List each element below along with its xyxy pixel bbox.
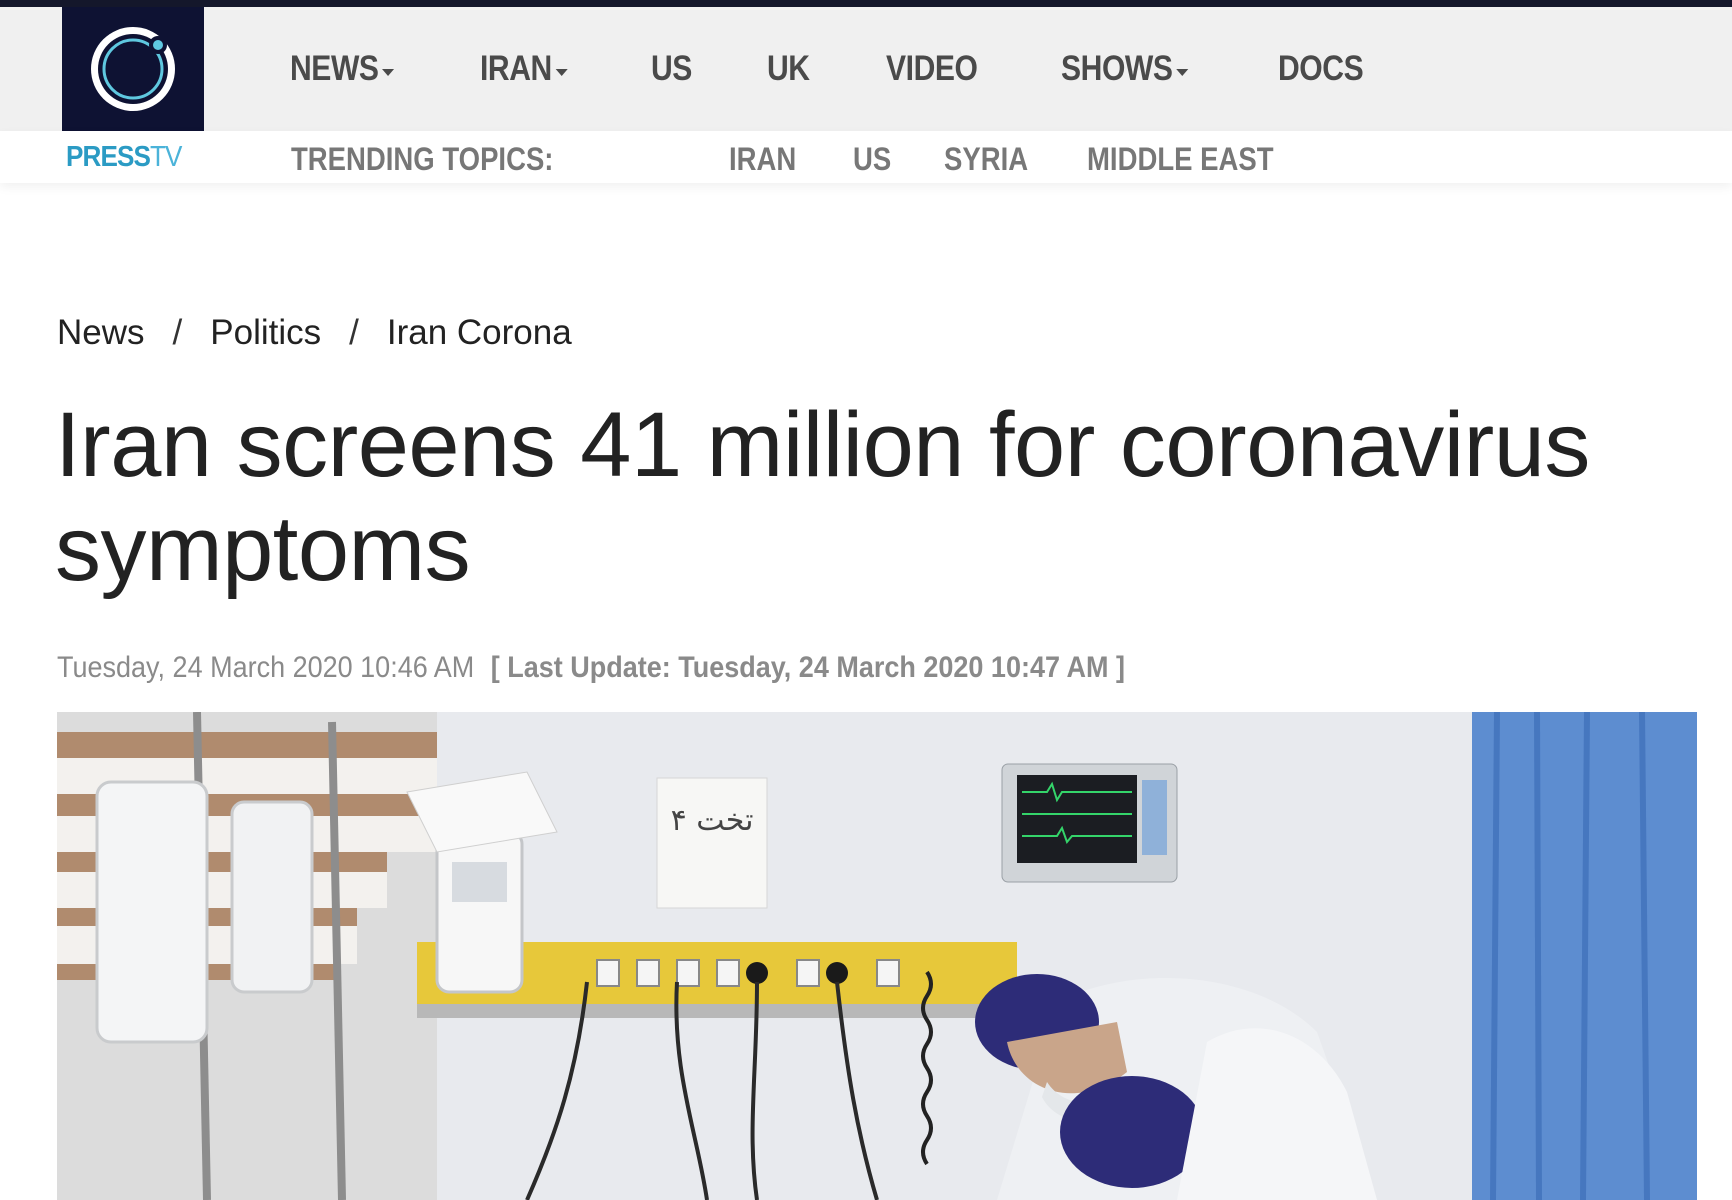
brand-press: PRESS bbox=[66, 141, 151, 173]
breadcrumb-iran-corona[interactable]: Iran Corona bbox=[387, 313, 572, 353]
presstv-logo[interactable] bbox=[62, 7, 204, 131]
trending-item-syria[interactable]: SYRIA bbox=[944, 141, 1028, 178]
article-title: Iran screens 41 million for coronavirus … bbox=[55, 394, 1590, 600]
published-date: Tuesday, 24 March 2020 10:46 AM bbox=[57, 651, 475, 684]
presstv-wordmark[interactable]: PRESSTV bbox=[66, 141, 182, 174]
nav-item-label: US bbox=[650, 49, 692, 88]
nav-item-video[interactable]: VIDEO bbox=[886, 49, 978, 89]
article-hero-image[interactable]: تخت ۴ bbox=[57, 712, 1697, 1200]
nav-item-docs[interactable]: DOCS bbox=[1277, 49, 1364, 89]
last-update: [ Last Update: Tuesday, 24 March 2020 10… bbox=[490, 651, 1125, 684]
trending-item-iran[interactable]: IRAN bbox=[729, 141, 796, 178]
caret-down-icon bbox=[555, 68, 568, 76]
top-accent-line bbox=[0, 0, 1732, 7]
nav-item-us[interactable]: US bbox=[651, 49, 692, 89]
trending-label: TRENDING TOPICS: bbox=[291, 141, 554, 177]
nav-item-uk[interactable]: UK bbox=[767, 49, 810, 89]
breadcrumb-news[interactable]: News bbox=[57, 313, 145, 353]
nav-item-news[interactable]: NEWS bbox=[290, 49, 395, 89]
hospital-icu-photo: تخت ۴ bbox=[57, 712, 1697, 1200]
trending-item-middle-east[interactable]: MIDDLE EAST bbox=[1087, 141, 1274, 178]
trending-bar: PRESSTV TRENDING TOPICS: IRAN US SYRIA M… bbox=[0, 131, 1732, 183]
nav-item-label: NEWS bbox=[290, 49, 379, 88]
nav-item-label: DOCS bbox=[1277, 49, 1364, 88]
breadcrumb-separator: / bbox=[349, 313, 359, 352]
nav-item-label: SHOWS bbox=[1061, 49, 1173, 88]
breadcrumb: News / Politics / Iran Corona bbox=[57, 313, 572, 353]
nav-item-iran[interactable]: IRAN bbox=[480, 49, 568, 89]
presstv-eye-icon bbox=[91, 27, 175, 111]
breadcrumb-separator: / bbox=[172, 313, 183, 352]
nav-item-shows[interactable]: SHOWS bbox=[1061, 49, 1189, 89]
caret-down-icon bbox=[382, 68, 395, 76]
trending-item-us[interactable]: US bbox=[853, 141, 891, 178]
nav-item-label: IRAN bbox=[480, 49, 552, 88]
brand-tv: TV bbox=[149, 141, 182, 173]
caret-down-icon bbox=[1176, 68, 1189, 76]
nav-menu: NEWS IRAN US UK VIDEO SHOWS DOCS bbox=[290, 7, 1446, 131]
nav-item-label: VIDEO bbox=[885, 49, 978, 88]
trending-topics: IRAN US SYRIA MIDDLE EAST bbox=[729, 141, 1350, 178]
bed-sign-text: تخت ۴ bbox=[671, 803, 754, 838]
nav-item-label: UK bbox=[767, 49, 810, 88]
breadcrumb-politics[interactable]: Politics bbox=[210, 313, 321, 353]
article-timestamp: Tuesday, 24 March 2020 10:46 AM [ Last U… bbox=[57, 651, 1125, 685]
main-navigation: NEWS IRAN US UK VIDEO SHOWS DOCS bbox=[0, 7, 1732, 131]
